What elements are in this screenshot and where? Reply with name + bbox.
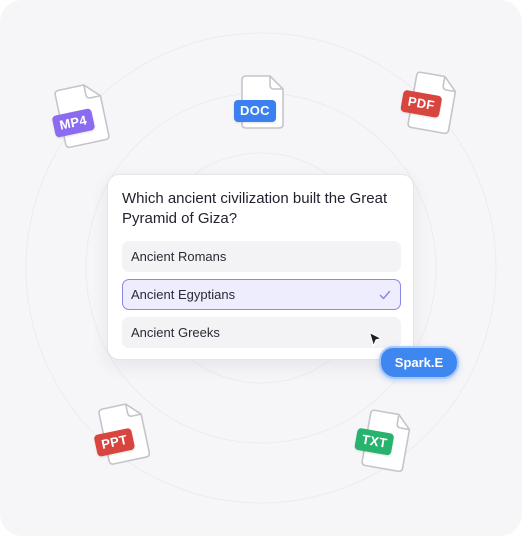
quiz-option-ancient-romans[interactable]: Ancient Romans (122, 241, 401, 272)
mouse-pointer-icon (368, 331, 383, 347)
cursor-name-tag: Spark.E (379, 346, 459, 379)
option-label: Ancient Egyptians (131, 287, 236, 302)
option-label: Ancient Greeks (131, 325, 220, 340)
file-doc-icon: DOC (228, 70, 288, 136)
option-label: Ancient Romans (131, 249, 227, 264)
quiz-question: Which ancient civilization built the Gre… (122, 190, 388, 227)
file-txt-icon: TXT (347, 403, 418, 478)
quiz-option-ancient-greeks[interactable]: Ancient Greeks (122, 317, 401, 348)
file-type-badge: DOC (234, 100, 276, 122)
file-pdf-icon: PDF (393, 65, 464, 140)
quiz-option-ancient-egyptians[interactable]: Ancient Egyptians (122, 279, 401, 310)
check-icon (379, 290, 391, 300)
canvas: MP4 DOC PDF PPT TXT Which ancient civili… (0, 0, 522, 536)
